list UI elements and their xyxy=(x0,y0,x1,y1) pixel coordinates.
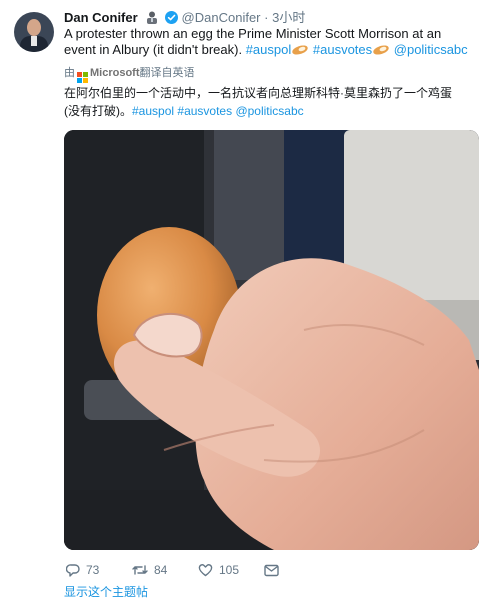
tweet-photo[interactable] xyxy=(64,130,479,550)
author-name[interactable]: Dan Conifer xyxy=(64,10,138,25)
photo-egg-in-hand-icon xyxy=(64,130,479,550)
retweet-count: 84 xyxy=(154,563,168,577)
heart-icon xyxy=(198,563,219,577)
reply-count: 73 xyxy=(86,563,100,577)
hashtag-auspol[interactable]: #auspol xyxy=(246,42,292,57)
translated-text: 在阿尔伯里的一个活动中，一名抗议者向总理斯科特·莫里森扔了一个鸡蛋 (没有打破)… xyxy=(64,84,469,120)
retweet-icon xyxy=(132,563,154,577)
translation-brand: Microsoft xyxy=(90,67,140,79)
like-action[interactable]: 105 xyxy=(198,562,239,578)
avatar[interactable] xyxy=(14,12,54,52)
microsoft-logo-icon xyxy=(77,72,88,83)
translation-prefix: 由 xyxy=(64,67,75,79)
tweet: Dan Conifer @DanConifer · 3小时 A proteste… xyxy=(0,0,489,600)
show-thread-link[interactable]: 显示这个主题帖 xyxy=(64,584,148,600)
envelope-icon xyxy=(264,563,285,577)
reply-action[interactable]: 73 xyxy=(65,562,100,578)
translated-hashtag-ausvotes[interactable]: #ausvotes xyxy=(177,104,232,118)
tweet-timestamp[interactable]: 3小时 xyxy=(272,10,305,25)
avatar-shirt xyxy=(31,36,37,46)
direct-message-action[interactable] xyxy=(264,562,285,578)
translated-hashtag-auspol[interactable]: #auspol xyxy=(132,104,174,118)
author-handle[interactable]: @DanConifer xyxy=(182,10,261,25)
egg-emoji-icon xyxy=(291,42,309,57)
translation-attribution[interactable]: 由 Microsoft翻译自英语 xyxy=(64,66,195,83)
separator-dot: · xyxy=(264,10,269,25)
avatar-face xyxy=(27,19,41,36)
retweet-action[interactable]: 84 xyxy=(132,562,167,578)
mention-politicsabc[interactable]: @politicsabc xyxy=(394,42,468,57)
reply-icon xyxy=(65,563,86,577)
tweet-text: A protester thrown an egg the Prime Mini… xyxy=(64,26,474,58)
egg-emoji-icon xyxy=(372,42,390,57)
translated-mention-politicsabc[interactable]: @politicsabc xyxy=(235,104,303,118)
translation-suffix: 翻译自英语 xyxy=(139,67,195,79)
hashtag-ausvotes[interactable]: #ausvotes xyxy=(313,42,372,57)
like-count: 105 xyxy=(219,563,240,577)
